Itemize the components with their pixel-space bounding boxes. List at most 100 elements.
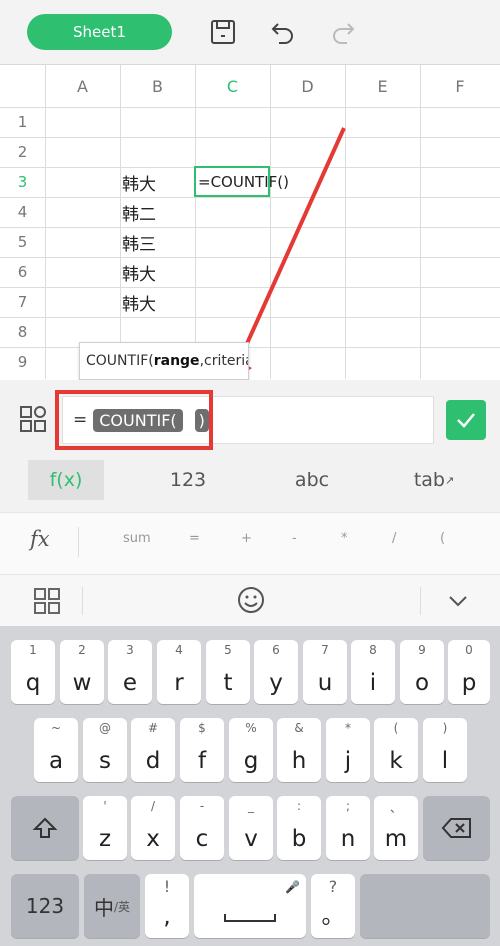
key-label: f	[197, 748, 207, 774]
fx-multiply[interactable]: *	[341, 531, 348, 546]
key-hint: 6	[272, 643, 280, 657]
shift-key[interactable]	[11, 796, 79, 860]
fx-paren[interactable]: (	[440, 531, 445, 546]
key-h[interactable]: & h	[277, 718, 321, 782]
key-g[interactable]: % g	[229, 718, 273, 782]
key-label: o	[414, 670, 430, 696]
confirm-button[interactable]	[446, 400, 486, 440]
key-label: i	[369, 670, 377, 696]
key-hint: 5	[224, 643, 232, 657]
language-key[interactable]: 中/英	[84, 874, 140, 938]
collapse-keyboard-icon[interactable]	[446, 589, 470, 617]
enter-key[interactable]	[360, 874, 490, 938]
key-d[interactable]: # d	[131, 718, 175, 782]
key-label: w	[72, 670, 92, 696]
emoji-icon[interactable]	[236, 585, 266, 619]
key-w[interactable]: 2w	[60, 640, 104, 704]
key-label: v	[244, 826, 258, 852]
key-b[interactable]: :b	[277, 796, 321, 860]
tab-abc[interactable]: abc	[274, 460, 350, 500]
input-mode-tabs: f(x) 123 abc tab ↗	[0, 458, 500, 512]
tab-fx[interactable]: f(x)	[28, 460, 104, 500]
key-label: x	[146, 826, 160, 852]
key-hint: !	[163, 877, 171, 896]
key-x[interactable]: / x	[131, 796, 175, 860]
key-hint: _	[248, 799, 254, 813]
key-label: 123	[25, 894, 65, 918]
key-u[interactable]: 7u	[303, 640, 347, 704]
divider	[420, 587, 421, 615]
key-z[interactable]: ' z	[83, 796, 127, 860]
fx-plus[interactable]: +	[241, 531, 252, 546]
fx-sum[interactable]: sum	[123, 531, 151, 546]
check-icon	[457, 413, 475, 428]
key-label: 中/英	[84, 874, 140, 938]
key-hint: *	[345, 721, 351, 735]
key-label: r	[174, 670, 184, 696]
key-hint: 、	[389, 801, 402, 815]
fx-label: fx	[30, 527, 50, 551]
key-label: m	[384, 826, 408, 852]
key-label: g	[243, 748, 259, 774]
key-hint: @	[99, 721, 111, 735]
key-label: t	[223, 670, 233, 696]
key-hint: (	[393, 721, 399, 735]
key-r[interactable]: 4r	[157, 640, 201, 704]
key-p[interactable]: 0p	[448, 640, 490, 704]
backspace-key[interactable]	[423, 796, 490, 860]
tooltip-fn: COUNTIF(	[86, 353, 154, 369]
key-f[interactable]: $ f	[180, 718, 224, 782]
key-hint: 7	[321, 643, 329, 657]
key-label: n	[340, 826, 356, 852]
key-l[interactable]: ) l	[423, 718, 467, 782]
key-a[interactable]: ~ a	[34, 718, 78, 782]
key-label: q	[25, 670, 41, 696]
key-label: z	[98, 826, 112, 852]
divider	[82, 587, 83, 615]
divider	[78, 527, 79, 557]
tab-tab[interactable]: tab ↗	[396, 460, 472, 500]
tab-123[interactable]: 123	[150, 460, 226, 500]
backspace-icon	[423, 796, 490, 860]
cell-grid-icon[interactable]	[18, 404, 48, 434]
space-key[interactable]: 🎤	[194, 874, 306, 938]
key-c[interactable]: -c	[180, 796, 224, 860]
lang-main: 中	[93, 895, 114, 920]
shift-icon	[11, 796, 79, 860]
key-t[interactable]: 5t	[206, 640, 250, 704]
annotation-highlight-box	[55, 390, 213, 450]
key-label: u	[317, 670, 333, 696]
key-hint: $	[198, 721, 206, 735]
tooltip-arg-range: range	[153, 353, 200, 369]
key-hint: ~	[50, 721, 62, 735]
key-v[interactable]: _ v	[229, 796, 273, 860]
apps-grid-icon[interactable]	[33, 587, 61, 619]
fx-minus[interactable]: -	[292, 531, 297, 546]
key-j[interactable]: * j	[326, 718, 370, 782]
key-hint: 4	[175, 643, 183, 657]
key-y[interactable]: 6y	[254, 640, 298, 704]
key-hint: 3	[126, 643, 134, 657]
key-q[interactable]: 1q	[11, 640, 55, 704]
fx-equals[interactable]: =	[189, 531, 200, 546]
key-hint: -	[199, 799, 205, 813]
fx-divide[interactable]: /	[392, 531, 396, 546]
key-s[interactable]: @ s	[83, 718, 127, 782]
key-e[interactable]: 3e	[108, 640, 152, 704]
question-key[interactable]: ?。	[311, 874, 355, 938]
key-o[interactable]: 9o	[400, 640, 444, 704]
soft-keyboard: 1q 2w 3e 4r 5t 6y 7u 8i 9o 0p ~ a @ s # d $…	[0, 626, 500, 946]
lang-sub: /英	[113, 899, 131, 914]
punct-key[interactable]: !,	[145, 874, 189, 938]
key-n[interactable]: ; n	[326, 796, 370, 860]
key-hint: #	[147, 721, 159, 735]
function-tooltip: COUNTIF(range,criteria)	[79, 342, 249, 380]
key-hint: /	[150, 799, 156, 813]
key-hint: 9	[418, 643, 426, 657]
numbers-key[interactable]: 123	[11, 874, 79, 938]
key-m[interactable]: 、 m	[374, 796, 418, 860]
key-k[interactable]: (k	[374, 718, 418, 782]
key-i[interactable]: 8i	[351, 640, 395, 704]
key-label: k	[389, 748, 403, 774]
tooltip-rest: ,criteria)	[199, 353, 248, 369]
